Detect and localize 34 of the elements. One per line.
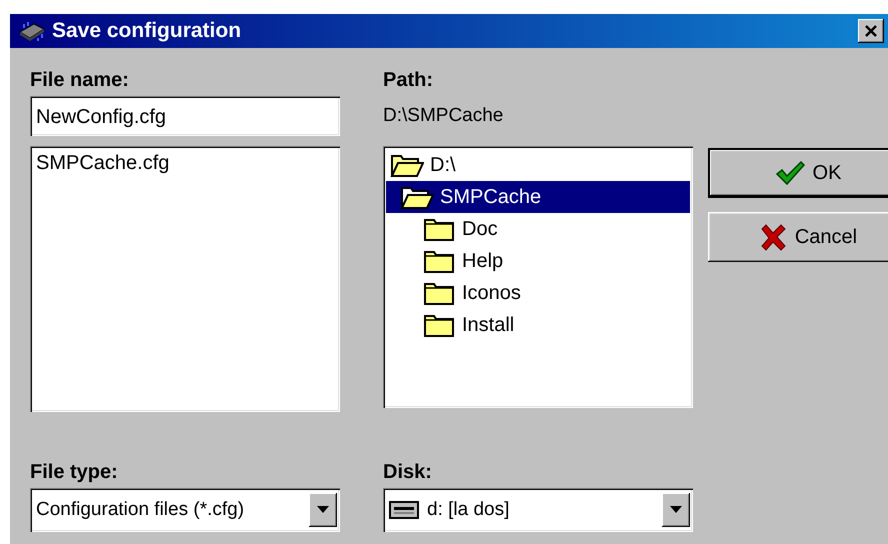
folder-icon [422,312,456,338]
file-item[interactable]: SMPCache.cfg [36,152,334,175]
down-arrow-icon [670,506,682,514]
file-name-label: File name: [30,69,129,92]
folder-item[interactable]: Help [386,245,690,277]
dropdown-button[interactable] [662,493,690,527]
down-arrow-icon [317,506,329,514]
close-button[interactable] [858,19,884,43]
folder-item[interactable]: Install [386,309,690,341]
folder-icon [422,280,456,306]
open-folder-icon [390,152,424,178]
disk-label: Disk: [383,461,432,484]
folder-icon [422,216,456,242]
path-label: Path: [383,69,433,92]
file-type-dropdown[interactable]: Configuration files (*.cfg) [30,488,340,532]
window-title: Save configuration [52,19,242,43]
cancel-button[interactable]: Cancel [708,212,888,262]
chip-icon [18,20,46,42]
check-icon [774,160,805,186]
file-name-field[interactable]: NewConfig.cfg [30,96,340,136]
close-icon [864,25,878,37]
folder-item[interactable]: Doc [386,213,690,245]
cross-icon [758,223,787,251]
folder-icon [422,248,456,274]
disk-dropdown[interactable]: d: [la dos] [383,488,693,532]
file-type-label: File type: [30,461,118,484]
path-value: D:\SMPCache [383,105,504,127]
open-folder-icon [400,184,434,210]
folder-item[interactable]: Iconos [386,277,690,309]
folder-item[interactable]: SMPCache [386,181,690,213]
folder-item[interactable]: D:\ [386,149,690,181]
dropdown-button[interactable] [309,493,337,527]
ok-button[interactable]: OK [708,148,888,198]
drive-icon [389,501,419,519]
